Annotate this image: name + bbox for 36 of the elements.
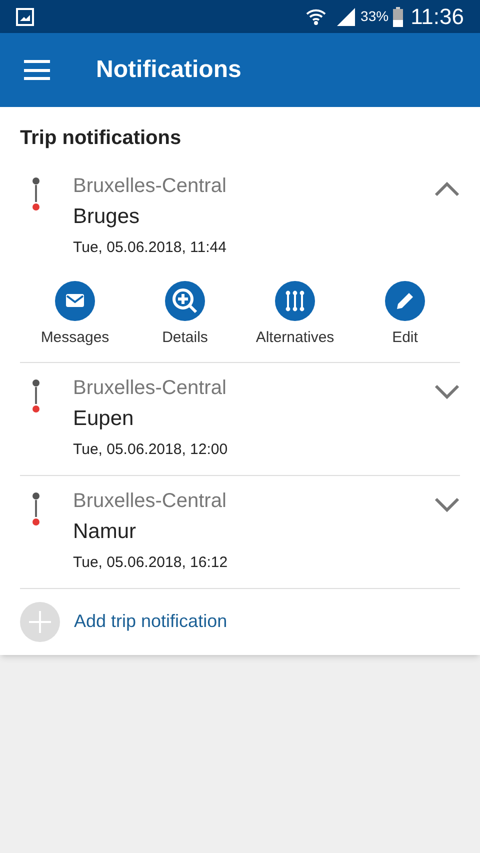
add-trip-button[interactable]: Add trip notification — [0, 588, 248, 654]
envelope-icon — [55, 281, 95, 321]
clock: 11:36 — [410, 3, 464, 31]
app-title: Notifications — [96, 55, 242, 85]
trip-row[interactable]: Bruxelles-Central Eupen Tue, 05.06.2018, 12:00 — [20, 362, 460, 474]
destination-station: Eupen — [73, 406, 135, 432]
route-icon — [31, 378, 41, 414]
origin-station: Bruxelles-Central — [73, 174, 228, 199]
pencil-icon — [385, 281, 425, 321]
action-button[interactable]: Messages — [20, 281, 130, 350]
trip-row[interactable]: Bruxelles-Central Bruges Tue, 05.06.2018, 11:44 — [20, 161, 460, 273]
dotted-lines-icon — [275, 281, 315, 321]
trip-time: Tue, 05.06.2018, 12:00 — [73, 440, 229, 460]
trip-time: Tue, 05.06.2018, 11:44 — [73, 238, 228, 258]
origin-station: Bruxelles-Central — [73, 376, 228, 400]
image-icon — [16, 8, 34, 26]
chevron-down-icon[interactable] — [434, 496, 460, 512]
battery-icon — [392, 6, 403, 26]
signal-icon — [334, 6, 357, 28]
destination-station: Namur — [73, 518, 138, 544]
trip-time: Tue, 05.06.2018, 16:12 — [73, 552, 229, 572]
menu-button[interactable] — [24, 60, 50, 80]
trip-row[interactable]: Bruxelles-Central Namur Tue, 05.06.2018, 16:12 — [20, 476, 460, 588]
action-button[interactable]: Edit — [350, 281, 460, 350]
battery-percent: 33% — [360, 7, 389, 26]
route-icon — [31, 177, 41, 213]
plus-icon — [20, 602, 60, 642]
action-button[interactable]: Details — [130, 281, 240, 350]
section-title: Trip notifications — [19, 126, 182, 151]
chevron-down-icon[interactable] — [434, 382, 460, 398]
chevron-up-icon[interactable] — [434, 181, 460, 197]
zoom-in-icon — [165, 281, 205, 321]
destination-station: Bruges — [73, 204, 141, 230]
action-button[interactable]: Alternatives — [240, 281, 350, 350]
route-icon — [31, 492, 41, 528]
origin-station: Bruxelles-Central — [73, 488, 228, 514]
